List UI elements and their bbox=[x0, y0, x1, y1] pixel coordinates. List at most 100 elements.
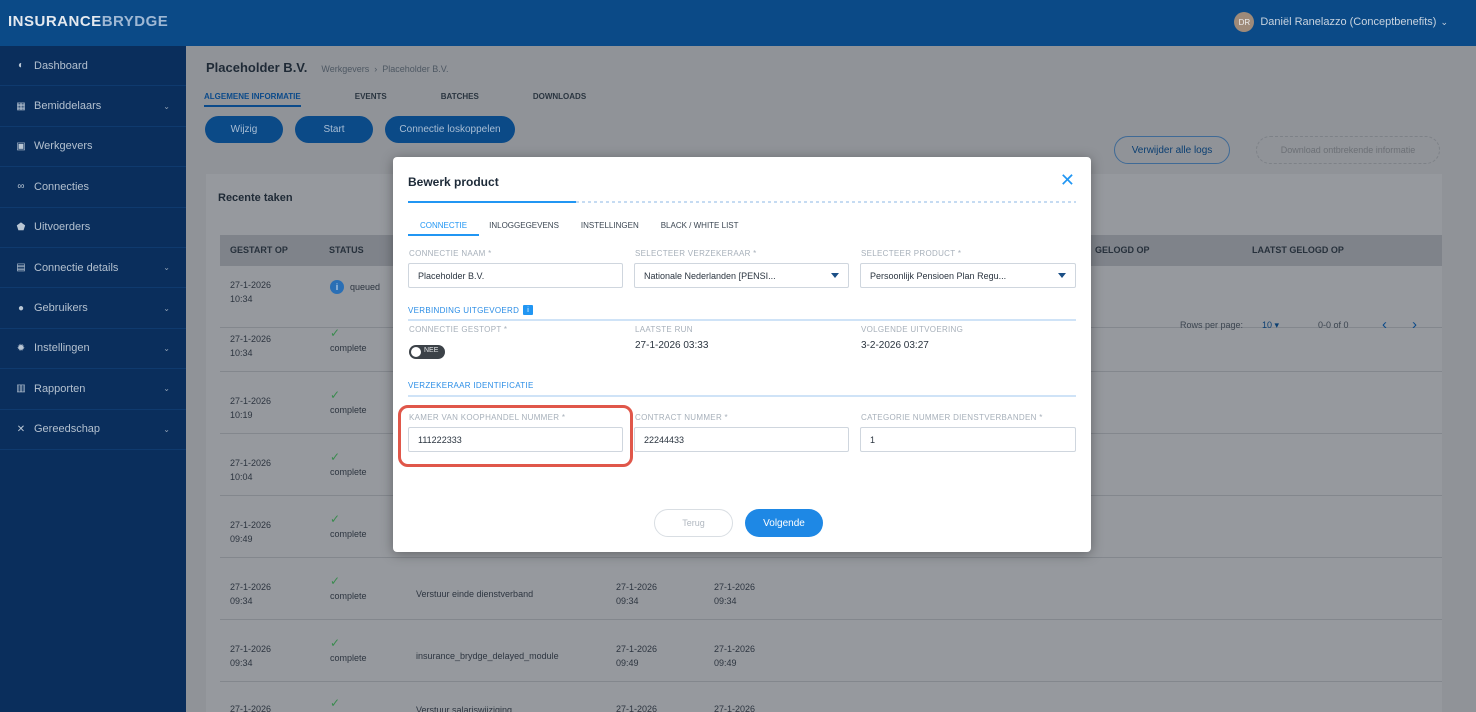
sidebar-item-label: Rapporten bbox=[34, 382, 86, 395]
status-text: complete bbox=[330, 529, 367, 539]
section-divider bbox=[408, 395, 1076, 397]
sidebar-item-connecties[interactable]: ∞ Connecties bbox=[0, 167, 186, 208]
start-date: 27-1-2026 10:34 bbox=[230, 278, 271, 306]
product-select[interactable]: Persoonlijk Pensioen Plan Regu... bbox=[860, 263, 1076, 288]
sidebar-item-rapporten[interactable]: ▥ Rapporten ⌄ bbox=[0, 369, 186, 410]
table-row[interactable]: 27-1-2026 09:34 ✓ complete insurance_brydg… bbox=[220, 620, 1442, 682]
sidebar-item-dashboard[interactable]: ◐ Dashboard bbox=[0, 46, 186, 87]
connection-name-field[interactable]: Placeholder B.V. bbox=[408, 263, 623, 288]
close-icon[interactable]: ✕ bbox=[1060, 171, 1075, 189]
date: 27-1-2026 bbox=[230, 520, 272, 530]
time: 09:34 bbox=[714, 596, 737, 606]
breadcrumb-separator: › bbox=[374, 64, 378, 74]
sidebar-item-instellingen[interactable]: ✹ Instellingen ⌄ bbox=[0, 329, 186, 370]
contract-number-field[interactable]: 22244433 bbox=[634, 427, 849, 452]
status-text: complete bbox=[330, 343, 367, 353]
last-logged-date: 27-1-2026 09:49 bbox=[714, 642, 755, 670]
user-menu[interactable]: DR Daniël Ranelazzo (Conceptbenefits) ⌄ bbox=[1234, 12, 1448, 32]
top-bar: INSURANCEBRYDGE DR Daniël Ranelazzo (Con… bbox=[0, 0, 1476, 46]
highlight-annotation bbox=[398, 405, 633, 467]
sidebar-item-werkgevers[interactable]: ▣ Werkgevers bbox=[0, 127, 186, 168]
status-cell: ✓ bbox=[330, 696, 340, 711]
logo-part-1: INSURANCE bbox=[8, 13, 102, 30]
delete-logs-button[interactable]: Verwijder alle logs bbox=[1114, 136, 1230, 164]
connection-stopped-toggle[interactable]: NEE bbox=[409, 345, 445, 359]
user-name: Daniël Ranelazzo (Conceptbenefits) bbox=[1260, 16, 1437, 28]
table-row[interactable]: 27-1-2026 ✓ Verstuur salariswijziging 27… bbox=[220, 682, 1442, 712]
check-icon: ✓ bbox=[330, 326, 341, 340]
sidebar-item-label: Instellingen bbox=[34, 342, 90, 355]
insurer-select[interactable]: Nationale Nederlanden [PENSI... bbox=[634, 263, 849, 288]
time: 09:34 bbox=[616, 596, 639, 606]
breadcrumb: Placeholder B.V. Werkgevers › Placeholde… bbox=[206, 60, 448, 75]
sidebar-item-uitvoerders[interactable]: ⬟ Uitvoerders bbox=[0, 208, 186, 248]
toggle-label: NEE bbox=[424, 347, 439, 354]
start-date: 27-1-2026 10:19 bbox=[230, 394, 271, 422]
tab-downloads[interactable]: DOWNLOADS bbox=[533, 92, 586, 107]
status-cell: i queued bbox=[330, 280, 380, 294]
tools-icon: ✕ bbox=[16, 423, 26, 435]
dialog-title: Bewerk product bbox=[408, 175, 499, 189]
date: 27-1-2026 bbox=[714, 582, 756, 592]
product-label: SELECTEER PRODUCT * bbox=[861, 249, 962, 258]
tab-instellingen[interactable]: INSTELLINGEN bbox=[581, 221, 651, 236]
next-button[interactable]: Volgende bbox=[745, 509, 823, 537]
tab-connectie[interactable]: CONNECTIE bbox=[408, 221, 480, 236]
time: 09:49 bbox=[714, 658, 737, 668]
start-button[interactable]: Start bbox=[295, 116, 373, 143]
caret-down-icon: ▾ bbox=[1274, 320, 1280, 330]
tab-batches[interactable]: BATCHES bbox=[441, 92, 479, 107]
caret-down-icon bbox=[831, 273, 839, 278]
category-number-field[interactable]: 1 bbox=[860, 427, 1076, 452]
edit-button[interactable]: Wijzig bbox=[205, 116, 283, 143]
tab-inloggegevens[interactable]: INLOGGEGEVENS bbox=[489, 221, 571, 236]
lock-icon: ▤ bbox=[16, 262, 26, 274]
status-cell: ✓ complete bbox=[330, 574, 367, 603]
rows-per-page-value: 10 bbox=[1262, 320, 1273, 330]
task-name: insurance_brydge_delayed_module bbox=[416, 651, 559, 661]
rows-per-page-label: Rows per page: bbox=[1180, 320, 1244, 330]
date: 27-1-2026 bbox=[230, 582, 272, 592]
sidebar-item-bemiddelaars[interactable]: ▦ Bemiddelaars ⌄ bbox=[0, 86, 186, 127]
category-number-label: CATEGORIE NUMMER DIENSTVERBANDEN * bbox=[861, 413, 1043, 422]
date: 27-1-2026 bbox=[616, 644, 658, 654]
tab-events[interactable]: EVENTS bbox=[355, 92, 387, 107]
status-cell: ✓ complete bbox=[330, 450, 367, 479]
next-run-label: VOLGENDE UITVOERING bbox=[861, 325, 964, 334]
sidebar-item-label: Connecties bbox=[34, 180, 90, 193]
sidebar-item-gebruikers[interactable]: ● Gebruikers ⌄ bbox=[0, 288, 186, 329]
sidebar-item-label: Werkgevers bbox=[34, 140, 93, 153]
chevron-down-icon: ⌄ bbox=[1440, 16, 1448, 27]
table-row[interactable]: 27-1-2026 09:34 ✓ complete Verstuur einde … bbox=[220, 558, 1442, 620]
section-insurer-identification: VERZEKERAAR IDENTIFICATIE bbox=[408, 381, 534, 390]
check-icon: ✓ bbox=[330, 450, 341, 464]
start-date: 27-1-2026 09:34 bbox=[230, 580, 271, 608]
rows-per-page-select[interactable]: 10 ▾ bbox=[1262, 320, 1279, 331]
time: 09:34 bbox=[230, 658, 253, 668]
section-title: VERZEKERAAR IDENTIFICATIE bbox=[408, 381, 534, 390]
insurer-label: SELECTEER VERZEKERAAR * bbox=[635, 249, 757, 258]
status-text: complete bbox=[330, 405, 367, 415]
section-connection-run: VERBINDING UITGEVOERD i bbox=[408, 305, 534, 315]
info-icon[interactable]: i bbox=[523, 305, 534, 315]
date: 27-1-2026 bbox=[230, 396, 272, 406]
card-title: Recente taken bbox=[218, 192, 293, 204]
dashboard-icon: ◐ bbox=[17, 60, 25, 72]
tab-algemene-informatie[interactable]: ALGEMENE INFORMATIE bbox=[204, 92, 301, 107]
check-icon: ✓ bbox=[330, 696, 341, 710]
tab-black-white-list[interactable]: BLACK / WHITE LIST bbox=[661, 221, 751, 236]
chevron-right-icon[interactable]: › bbox=[1412, 316, 1417, 333]
edit-product-dialog: Bewerk product ✕ CONNECTIE INLOGGEGEVENS… bbox=[393, 157, 1091, 552]
sidebar-item-connectie-details[interactable]: ▤ Connectie details ⌄ bbox=[0, 248, 186, 289]
sidebar-item-gereedschap[interactable]: ✕ Gereedschap ⌄ bbox=[0, 410, 186, 450]
sidebar-item-label: Dashboard bbox=[34, 59, 88, 72]
app-logo[interactable]: INSURANCEBRYDGE bbox=[8, 13, 168, 30]
chevron-left-icon[interactable]: ‹ bbox=[1382, 316, 1387, 333]
contract-number-label: CONTRACT NUMMER * bbox=[635, 413, 728, 422]
date: 27-1-2026 bbox=[230, 334, 272, 344]
breadcrumb-link[interactable]: Werkgevers bbox=[321, 64, 369, 74]
disconnect-button[interactable]: Connectie loskoppelen bbox=[385, 116, 515, 143]
last-logged-date: 27-1-2026 bbox=[714, 704, 756, 712]
download-missing-button[interactable]: Download ontbrekende informatie bbox=[1256, 136, 1440, 164]
back-button[interactable]: Terug bbox=[654, 509, 733, 537]
